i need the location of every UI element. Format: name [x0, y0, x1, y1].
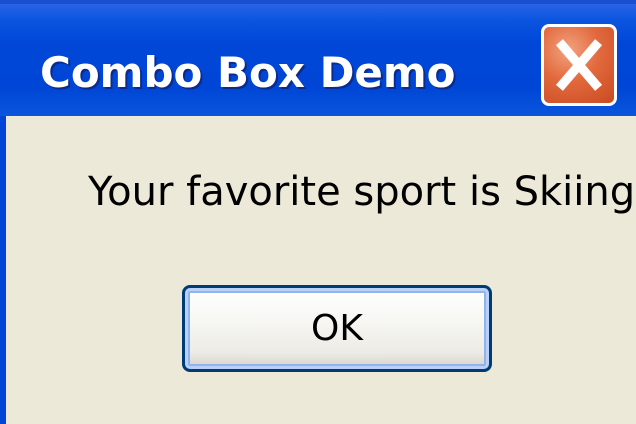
window-title: Combo Box Demo [40, 48, 456, 97]
ok-button[interactable]: OK [182, 285, 492, 372]
message-text: Your favorite sport is Skiing [88, 169, 636, 215]
dialog-window: Combo Box Demo Your favorite sport is Sk… [0, 0, 636, 424]
close-icon [555, 39, 603, 91]
close-button[interactable] [541, 24, 617, 106]
title-bar[interactable]: Combo Box Demo [0, 0, 636, 116]
dialog-body: Your favorite sport is Skiing OK [0, 116, 636, 424]
ok-button-label: OK [311, 308, 363, 349]
